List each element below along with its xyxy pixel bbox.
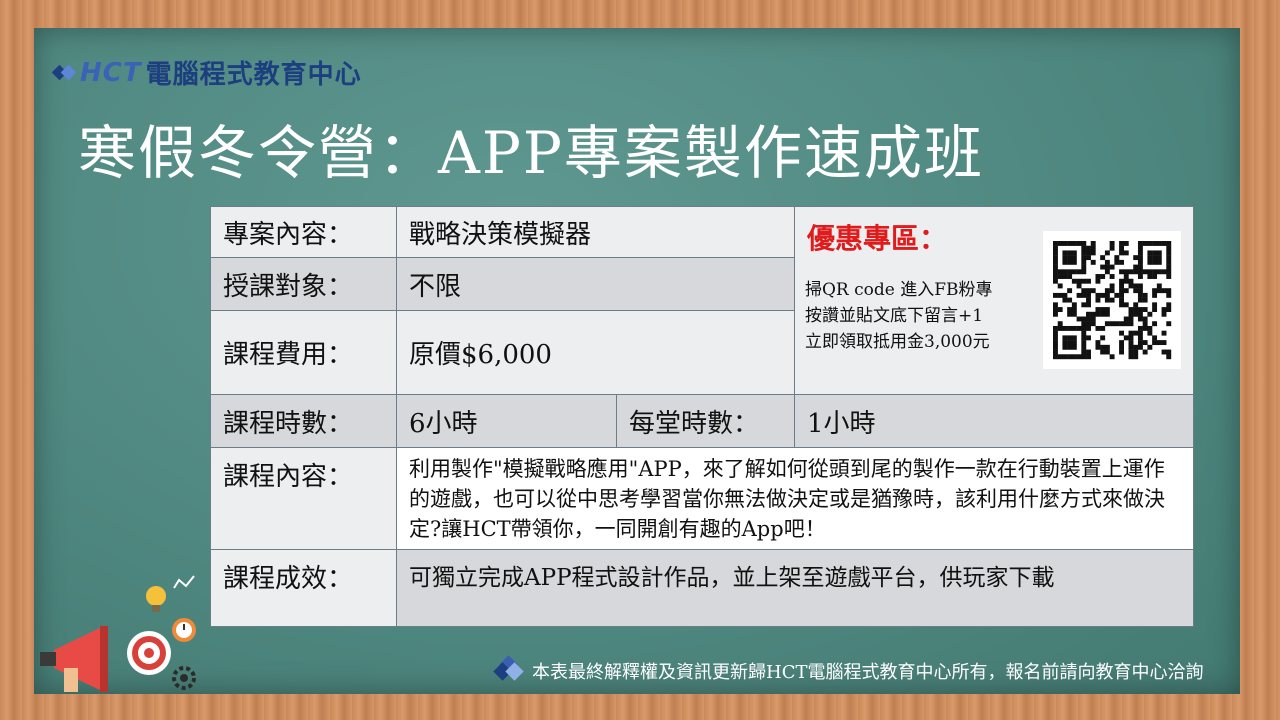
footer-diamond-icon bbox=[493, 655, 524, 684]
course-info-table: 專案內容： 戰略決策模擬器 優惠專區： 掃QR code 進入FB粉專 按讚並貼… bbox=[210, 206, 1194, 627]
target-icon bbox=[127, 631, 171, 675]
promo-title: 優惠專區： bbox=[807, 222, 948, 255]
promo-line-2: 按讚並貼文底下留言+1 bbox=[805, 306, 984, 326]
promo-line-1: 掃QR code 進入FB粉專 bbox=[805, 280, 993, 300]
hours-label: 課程時數： bbox=[210, 394, 397, 448]
marketing-illustration bbox=[40, 575, 196, 692]
project-value: 戰略決策模擬器 bbox=[396, 206, 795, 258]
megaphone-icon bbox=[40, 626, 108, 692]
logo-brand: HCT bbox=[80, 57, 142, 88]
fee-label: 課程費用： bbox=[210, 310, 397, 395]
clock-icon bbox=[172, 618, 196, 642]
target-label: 授課對象： bbox=[210, 257, 397, 311]
logo-name: 電腦程式教育中心 bbox=[145, 60, 362, 90]
chalkboard: HCT 電腦程式教育中心 寒假冬令營：APP專案製作速成班 專案內容： 戰略決策… bbox=[34, 28, 1240, 694]
gear-icon bbox=[172, 666, 196, 690]
footer-note: 本表最終解釋權及資訊更新歸HCT電腦程式教育中心所有，報名前請向教育中心洽詢 bbox=[493, 655, 1204, 684]
lightbulb-icon bbox=[146, 586, 166, 612]
per-class-value: 1小時 bbox=[794, 394, 1194, 448]
logo-diamond-icon bbox=[51, 62, 77, 84]
fee-value: 原價$6,000 bbox=[396, 310, 795, 395]
footer-text: 本表最終解釋權及資訊更新歸HCT電腦程式教育中心所有，報名前請向教育中心洽詢 bbox=[532, 662, 1204, 683]
wood-frame: HCT 電腦程式教育中心 寒假冬令營：APP專案製作速成班 專案內容： 戰略決策… bbox=[0, 0, 1280, 720]
page-title: 寒假冬令營：APP專案製作速成班 bbox=[78, 119, 984, 187]
promo-section: 優惠專區： 掃QR code 進入FB粉專 按讚並貼文底下留言+1 立即領取抵用… bbox=[794, 206, 1194, 395]
promo-text: 掃QR code 進入FB粉專 按讚並貼文底下留言+1 立即領取抵用金3,000… bbox=[805, 277, 993, 355]
outcome-label: 課程成效： bbox=[210, 549, 397, 627]
hours-value: 6小時 bbox=[396, 394, 617, 448]
promo-line-3: 立即領取抵用金3,000元 bbox=[805, 332, 990, 352]
chart-icon bbox=[173, 575, 195, 589]
project-label: 專案內容： bbox=[210, 206, 397, 258]
hct-logo: HCT 電腦程式教育中心 bbox=[51, 54, 362, 91]
per-class-label: 每堂時數： bbox=[616, 394, 795, 448]
qr-code[interactable] bbox=[1043, 231, 1181, 369]
outcome-value: 可獨立完成APP程式設計作品，並上架至遊戲平台，供玩家下載 bbox=[396, 549, 1194, 627]
content-label: 課程內容： bbox=[210, 447, 397, 550]
target-value: 不限 bbox=[396, 257, 795, 311]
content-value: 利用製作"模擬戰略應用"APP，來了解如何從頭到尾的製作一款在行動裝置上運作的遊… bbox=[396, 447, 1194, 550]
